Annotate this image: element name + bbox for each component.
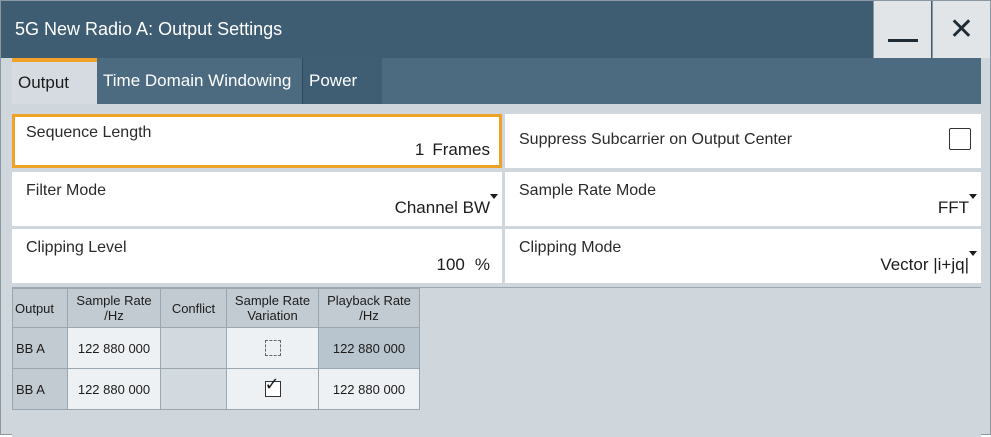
table-row: BB A 122 880 000 122 880 000 <box>12 327 420 369</box>
tab-label: Time Domain Windowing <box>103 71 292 90</box>
col-header-line: Sample Rate <box>76 293 152 308</box>
dropdown-caret-icon <box>490 194 498 199</box>
col-header-line: /Hz <box>359 308 379 323</box>
col-header-line: Variation <box>247 308 298 323</box>
minimize-icon <box>887 39 918 42</box>
filter-mode-dropdown[interactable]: Filter Mode Channel BW <box>12 172 502 226</box>
sequence-length-label: Sequence Length <box>26 124 152 141</box>
output-settings-window: 5G New Radio A: Output Settings ✕ Output… <box>0 0 991 437</box>
cell-playback-rate: 122 880 000 <box>318 327 420 369</box>
col-header-line: Playback Rate <box>327 293 411 308</box>
clipping-mode-label: Clipping Mode <box>519 239 622 256</box>
cell-variation[interactable]: ✓ <box>226 368 319 410</box>
minimize-button[interactable] <box>873 1 931 58</box>
col-header-line: /Hz <box>104 308 124 323</box>
table-header-row: Output Sample Rate/Hz Conflict Sample Ra… <box>12 288 420 328</box>
tab-power[interactable]: Power <box>302 58 382 104</box>
tab-label: Power <box>309 71 358 90</box>
suppress-subcarrier-field[interactable]: Suppress Subcarrier on Output Center <box>505 114 981 168</box>
col-header-sample-rate: Sample Rate/Hz <box>67 288 161 328</box>
tab-label: Output <box>18 73 70 92</box>
cell-sample-rate: 122 880 000 <box>67 368 161 410</box>
col-header-conflict: Conflict <box>160 288 227 328</box>
clipping-level-unit: % <box>474 255 490 274</box>
clipping-mode-value: Vector |i+jq| <box>880 255 969 274</box>
sample-rate-mode-dropdown[interactable]: Sample Rate Mode FFT <box>505 172 981 226</box>
cell-output: BB A <box>12 327 68 369</box>
title-bar: 5G New Radio A: Output Settings ✕ <box>1 1 990 58</box>
filter-mode-label: Filter Mode <box>26 182 107 199</box>
tab-bar: Output Time Domain Windowing Power <box>12 58 981 104</box>
clipping-mode-dropdown[interactable]: Clipping Mode Vector |i+jq| <box>505 229 981 283</box>
col-header-sample-rate-variation: Sample Rate Variation <box>226 288 319 328</box>
sequence-length-number: 1 <box>414 140 425 159</box>
clipping-level-label: Clipping Level <box>26 239 127 256</box>
clipping-level-number: 100 <box>436 255 465 274</box>
sequence-length-value: 1 Frames <box>415 140 490 160</box>
cell-conflict <box>160 368 227 410</box>
filter-mode-value: Channel BW <box>394 198 490 217</box>
clipping-level-field[interactable]: Clipping Level 100% <box>12 229 502 283</box>
cell-sample-rate: 122 880 000 <box>67 327 161 369</box>
cell-conflict <box>160 327 227 369</box>
variation-checkbox[interactable]: ✓ <box>264 376 281 398</box>
output-table-area: Output Sample Rate/Hz Conflict Sample Ra… <box>12 287 981 437</box>
window-title: 5G New Radio A: Output Settings <box>15 19 283 39</box>
cell-variation[interactable] <box>226 327 319 369</box>
close-button[interactable]: ✕ <box>932 1 990 58</box>
sequence-length-field[interactable]: Sequence Length 1 Frames <box>12 114 502 168</box>
cell-output: BB A <box>12 368 68 410</box>
sequence-length-unit: Frames <box>432 140 490 159</box>
col-header-line: Sample Rate <box>234 293 311 308</box>
settings-panel: Sequence Length 1 Frames Suppress Subcarr… <box>12 104 981 437</box>
cell-playback-rate: 122 880 000 <box>318 368 420 410</box>
sample-rate-mode-label: Sample Rate Mode <box>519 182 656 199</box>
col-header-output: Output <box>12 288 68 328</box>
col-header-playback-rate: Playback Rate/Hz <box>318 288 420 328</box>
output-sample-rate-table: Output Sample Rate/Hz Conflict Sample Ra… <box>12 288 420 410</box>
dropdown-caret-icon <box>969 194 977 199</box>
suppress-subcarrier-label: Suppress Subcarrier on Output Center <box>519 131 793 148</box>
tab-time-domain-windowing[interactable]: Time Domain Windowing <box>97 58 302 104</box>
checkmark-icon: ✓ <box>264 374 280 396</box>
sample-rate-mode-value: FFT <box>937 198 969 217</box>
variation-checkbox[interactable] <box>264 340 281 357</box>
dropdown-caret-icon <box>969 251 977 256</box>
tab-output[interactable]: Output <box>12 58 97 104</box>
close-icon: ✕ <box>948 11 975 47</box>
clipping-level-value: 100% <box>437 255 491 275</box>
suppress-subcarrier-checkbox[interactable] <box>949 128 971 150</box>
table-row: BB A 122 880 000 ✓ 122 880 000 <box>12 368 420 410</box>
